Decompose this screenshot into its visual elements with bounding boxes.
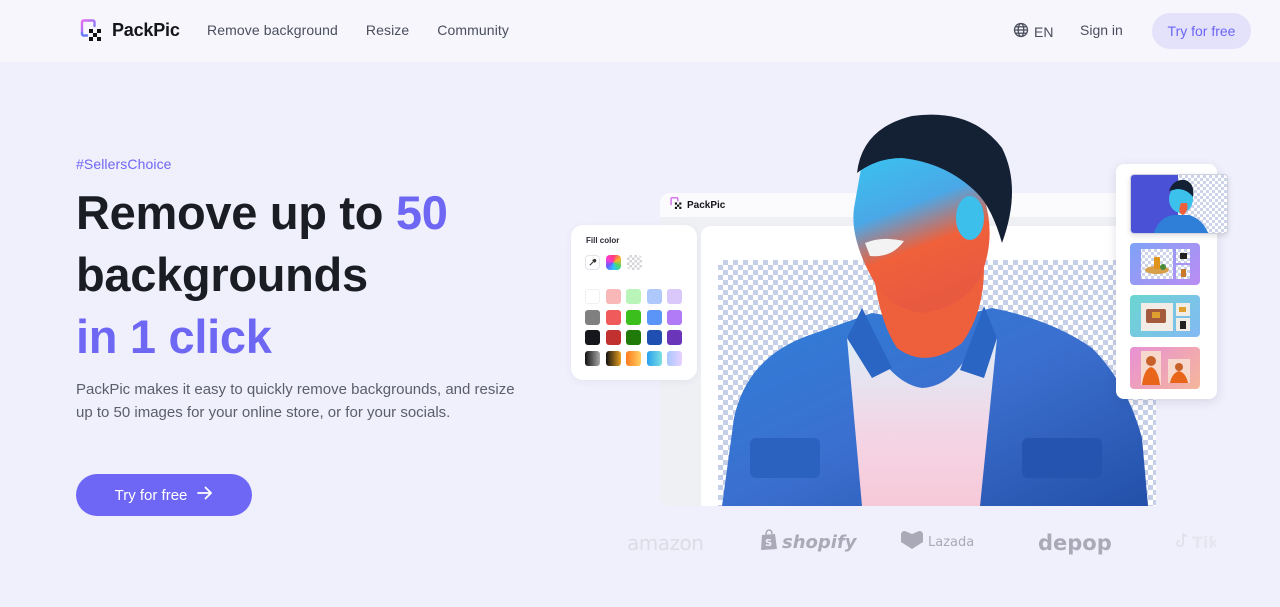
fill-tools: [585, 255, 642, 270]
color-swatch[interactable]: [667, 309, 682, 325]
arrow-right-icon: [197, 486, 213, 504]
lazada-heart-icon: [900, 530, 924, 555]
editor-mockup-brand: PackPic: [687, 199, 726, 211]
color-swatch[interactable]: [626, 309, 641, 325]
product-bottles-thumbnail[interactable]: [1130, 243, 1200, 285]
fill-color-panel: Fill color: [571, 225, 697, 380]
brand-lazada: Lazada: [900, 525, 974, 560]
main-nav: Remove background Resize Community: [207, 22, 509, 38]
thumbnails-panel: [1116, 164, 1228, 399]
color-swatch[interactable]: [626, 330, 641, 345]
color-swatch[interactable]: [667, 330, 682, 345]
color-swatch[interactable]: [646, 309, 662, 325]
color-swatch[interactable]: [646, 289, 662, 304]
language-label: EN: [1034, 23, 1054, 40]
brand-logos: amazon S shopify Lazada depop TikTok: [600, 525, 1240, 560]
nav-resize[interactable]: Resize: [366, 22, 409, 38]
portrait-thumbnail[interactable]: [1130, 174, 1228, 234]
brand-depop: depop: [1038, 530, 1112, 555]
brand-name: PackPic: [112, 19, 180, 40]
brand-logo[interactable]: PackPic: [80, 19, 180, 41]
brand-amazon: amazon: [627, 530, 704, 555]
color-swatch[interactable]: [605, 350, 621, 366]
fill-color-title: Fill color: [586, 236, 620, 245]
hero-headline: Remove up to 50 backgrounds in 1 click: [76, 182, 448, 368]
svg-text:S: S: [765, 538, 772, 549]
shopify-bag-icon: S: [760, 529, 778, 556]
try-for-free-header-button[interactable]: Try for free: [1152, 13, 1251, 49]
sign-in-link[interactable]: Sign in: [1080, 22, 1123, 38]
nav-community[interactable]: Community: [437, 22, 509, 38]
color-swatch[interactable]: [605, 289, 621, 304]
packpic-logo-icon: [670, 196, 683, 214]
headline-text: Remove up to: [76, 186, 396, 239]
color-swatch[interactable]: [667, 289, 682, 304]
eyedropper-icon[interactable]: [585, 255, 600, 270]
hero-description: PackPic makes it easy to quickly remove …: [76, 381, 515, 421]
color-swatch[interactable]: [605, 309, 621, 325]
nav-remove-background[interactable]: Remove background: [207, 22, 338, 38]
color-swatch[interactable]: [585, 289, 600, 304]
color-swatches: [585, 289, 682, 366]
color-swatch[interactable]: [605, 330, 621, 345]
headline-line1: Remove up to 50: [76, 186, 448, 239]
color-swatch[interactable]: [585, 350, 600, 366]
color-swatch[interactable]: [585, 309, 600, 325]
language-selector[interactable]: EN: [1013, 22, 1053, 41]
color-swatch[interactable]: [585, 330, 600, 345]
headline-accent-number: 50: [395, 186, 448, 239]
color-swatch[interactable]: [646, 330, 662, 345]
brand-tiktok: TikTok: [1176, 525, 1216, 560]
globe-icon: [1013, 22, 1029, 41]
color-swatch[interactable]: [626, 289, 641, 304]
color-wheel-icon[interactable]: [606, 255, 621, 270]
headline-line2: backgrounds: [76, 248, 368, 301]
tiktok-note-icon: [1176, 532, 1188, 553]
color-swatch[interactable]: [667, 350, 682, 366]
try-for-free-hero-button[interactable]: Try for free: [76, 474, 252, 516]
color-swatch[interactable]: [626, 350, 641, 366]
orange-hoodie-thumbnail[interactable]: [1130, 347, 1200, 389]
packpic-logo-icon: [80, 19, 104, 41]
transparent-icon[interactable]: [627, 255, 642, 270]
site-header: PackPic Remove background Resize Communi…: [0, 0, 1280, 62]
person-cutout-image: [722, 114, 1148, 506]
headline-line3: in 1 click: [76, 310, 272, 363]
product-layout-thumbnail[interactable]: [1130, 295, 1200, 337]
cta-label: Try for free: [114, 486, 188, 504]
color-swatch[interactable]: [646, 350, 662, 366]
hero-tag: #SellersChoice: [76, 156, 172, 172]
brand-shopify: S shopify: [760, 525, 857, 560]
